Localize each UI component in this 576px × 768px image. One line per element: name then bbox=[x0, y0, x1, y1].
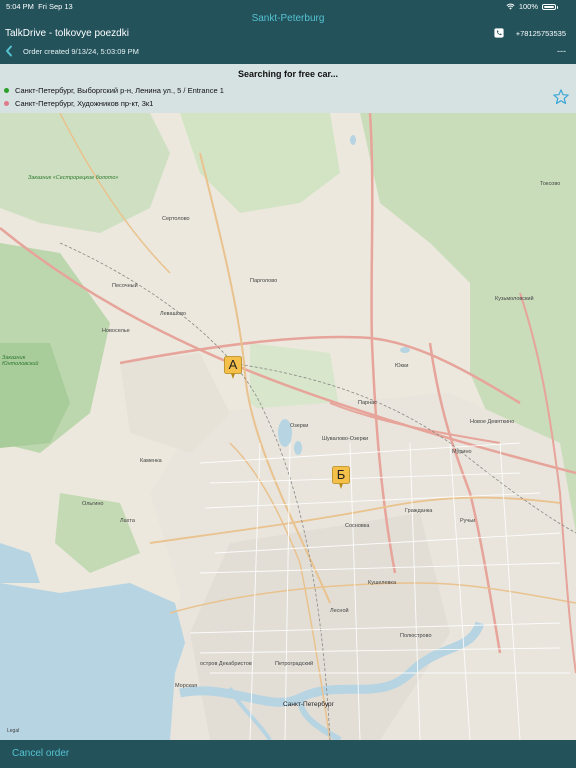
from-address-row[interactable]: Санкт-Петербург, Выборгский р-н, Ленина … bbox=[4, 86, 224, 95]
wifi-icon bbox=[506, 3, 515, 10]
map-label: Ольгино bbox=[82, 501, 104, 507]
map-label: Токсово bbox=[540, 181, 561, 187]
battery-icon bbox=[542, 3, 558, 10]
map-label: Левашово bbox=[160, 311, 186, 317]
phone-contact[interactable]: +78125753535 bbox=[494, 28, 566, 38]
bottom-bar: Cancel order bbox=[0, 740, 576, 768]
map-label: Ручьи bbox=[460, 518, 476, 524]
marker-a-label: А bbox=[228, 357, 238, 372]
map-label: Морская bbox=[175, 683, 198, 689]
map-label: Парголово bbox=[250, 278, 278, 284]
search-status: Searching for free car... bbox=[237, 69, 339, 79]
header-extra: --- bbox=[557, 46, 566, 56]
to-address-row[interactable]: Санкт-Петербург, Художников пр-кт, 3к1 bbox=[4, 99, 153, 108]
favorite-star-icon[interactable] bbox=[552, 88, 570, 106]
map-label: остров Декабристов bbox=[200, 661, 252, 667]
marker-b-label: Б bbox=[336, 467, 346, 482]
battery-percent: 100% bbox=[518, 2, 538, 11]
map-label: Новоселье bbox=[102, 328, 130, 334]
header: Sankt-Peterburg TalkDrive - tolkovye poe… bbox=[0, 12, 576, 64]
city-title[interactable]: Sankt-Peterburg bbox=[0, 13, 576, 24]
status-time: 5:04 PM bbox=[6, 2, 34, 11]
order-panel: Searching for free car... Санкт-Петербур… bbox=[0, 64, 576, 113]
map-label: Озерки bbox=[290, 423, 309, 429]
status-right: 100% bbox=[506, 2, 558, 11]
back-chevron-icon[interactable] bbox=[4, 45, 14, 57]
map[interactable]: Сертолово Песочный Левашово Новоселье Па… bbox=[0, 113, 576, 740]
from-dot-icon bbox=[4, 88, 9, 93]
map-legal-link[interactable]: Legal bbox=[7, 728, 19, 734]
map-label: Кузьмоловский bbox=[495, 296, 534, 302]
status-time-date: 5:04 PM Fri Sep 13 bbox=[6, 2, 73, 11]
to-address[interactable]: Санкт-Петербург, Художников пр-кт, 3к1 bbox=[15, 99, 153, 108]
phone-number[interactable]: +78125753535 bbox=[516, 29, 566, 38]
map-label: Лахта bbox=[120, 518, 135, 524]
map-label: Шувалово-Озерки bbox=[322, 436, 369, 442]
map-label-reserve: Заказник «Сестрорецкое болото» bbox=[28, 175, 119, 181]
map-label: Гражданка bbox=[405, 508, 433, 514]
map-label: Сосновка bbox=[345, 523, 370, 529]
phone-icon[interactable] bbox=[494, 28, 504, 38]
status-bar: 5:04 PM Fri Sep 13 100% bbox=[0, 0, 576, 12]
from-address[interactable]: Санкт-Петербург, Выборгский р-н, Ленина … bbox=[15, 86, 224, 95]
map-label: Кушелевка bbox=[368, 580, 397, 586]
app-title: TalkDrive - tolkovye poezdki bbox=[5, 28, 129, 39]
status-date: Fri Sep 13 bbox=[38, 2, 73, 11]
destination-marker-b[interactable]: Б bbox=[332, 466, 350, 490]
cancel-order-button[interactable]: Cancel order bbox=[12, 748, 69, 759]
order-created-time: Order created 9/13/24, 5:03:09 PM bbox=[23, 47, 139, 56]
map-label: Сертолово bbox=[162, 216, 190, 222]
battery-fill bbox=[544, 5, 554, 8]
battery-tip bbox=[556, 6, 558, 9]
map-label: Юкки bbox=[395, 363, 409, 369]
map-label: Полюстрово bbox=[400, 633, 432, 639]
map-label: Парнас bbox=[358, 400, 377, 406]
map-label: Песочный bbox=[112, 283, 138, 289]
map-label: Каменка bbox=[140, 458, 162, 464]
pickup-marker-a[interactable]: А bbox=[224, 356, 242, 380]
to-dot-icon bbox=[4, 101, 9, 106]
map-label-city: Санкт-Петербург bbox=[283, 701, 334, 708]
map-canvas[interactable] bbox=[0, 113, 576, 740]
map-label-reserve: Заказник Юнтоловский bbox=[2, 355, 39, 367]
map-label: Петроградский bbox=[275, 661, 314, 667]
map-label: Лесной bbox=[330, 608, 349, 614]
map-label: Мурино bbox=[452, 449, 472, 455]
map-label: Новое Девяткино bbox=[470, 419, 515, 425]
